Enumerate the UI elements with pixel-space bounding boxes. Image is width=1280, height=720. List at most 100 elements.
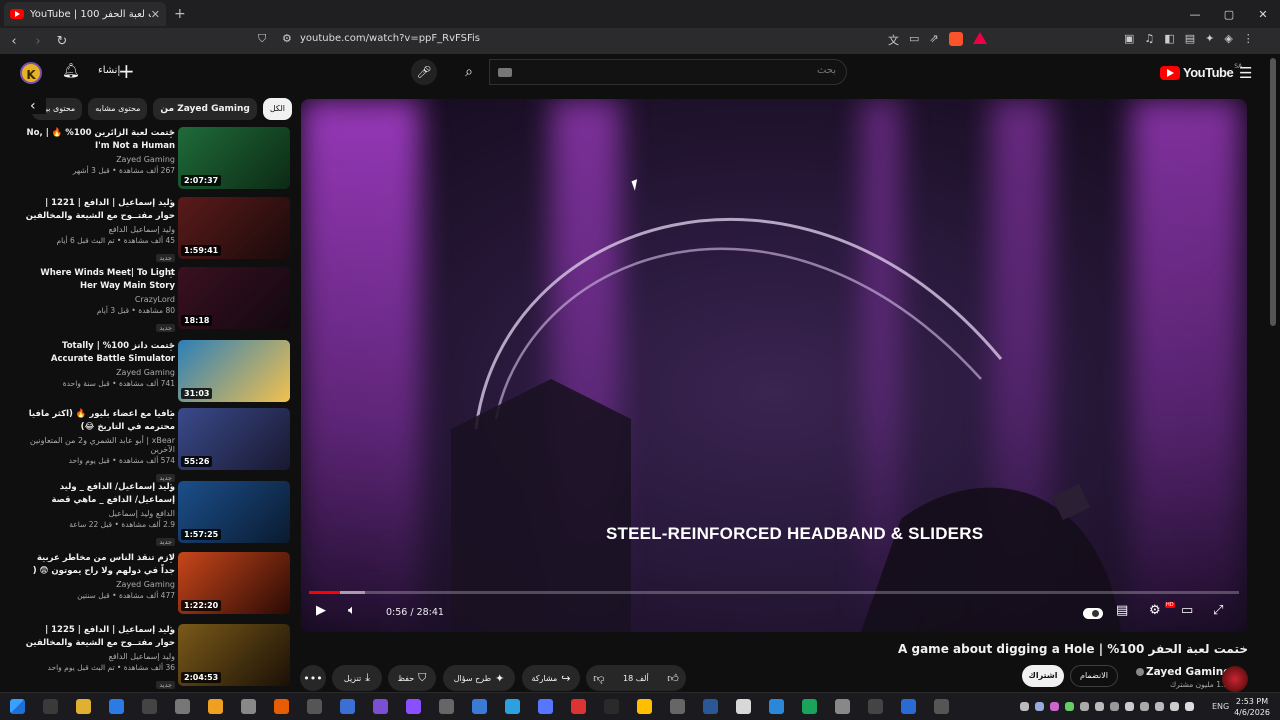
system-tray-icon[interactable] [1140,702,1149,711]
wallet-icon[interactable]: ▣ [1124,32,1134,45]
avatar[interactable]: K [20,62,42,84]
save-button[interactable]: حفظ ⛉ [388,665,436,691]
video-thumbnail[interactable]: 2:07:37 [178,127,290,189]
taskbar-app-icon[interactable] [571,699,586,714]
video-thumbnail[interactable]: 1:59:41 [178,197,290,259]
taskbar-app-icon[interactable] [637,699,652,714]
taskbar-app-icon[interactable] [472,699,487,714]
wallet2-icon[interactable]: ▤ [1185,32,1195,45]
voice-search-icon[interactable]: 🎤︎ [411,59,437,85]
join-button[interactable]: الانضمام [1070,665,1118,687]
close-window-button[interactable]: ✕ [1246,8,1280,21]
video-title[interactable]: وليد إسماعيل/ الدافع _ وليد إسماعيل/ الد… [25,481,175,507]
system-tray-icon[interactable] [1155,702,1164,711]
video-title[interactable]: ختمت دانز 100% | Totally Accurate Battle… [25,340,175,366]
url-field[interactable]: youtube.com/watch?v=ppF_RvFSFis [300,33,480,44]
clock[interactable]: 2:53 PM 4/6/2026 [1234,696,1270,718]
cast-icon[interactable]: ▭ [909,32,919,48]
video-thumbnail[interactable]: 1:57:25 [178,481,290,543]
taskbar-app-icon[interactable] [604,699,619,714]
forward-icon[interactable]: › [28,34,48,49]
search-icon[interactable]: ⌕ [455,59,483,85]
system-tray-icon[interactable] [1065,702,1074,711]
like-icon[interactable]: 👍︎ [667,672,679,685]
taskbar-app-icon[interactable] [538,699,553,714]
system-tray-icon[interactable] [1170,702,1179,711]
related-video-item[interactable]: 31:03 ⋮ ختمت دانز 100% | Totally Accurate … [0,340,295,404]
vpn-icon[interactable]: ◈ [1224,32,1232,45]
subscribe-button[interactable]: اشتراك [1022,665,1064,687]
taskbar-app-icon[interactable] [307,699,322,714]
search-box[interactable] [489,59,847,85]
system-tray-icon[interactable] [1020,702,1029,711]
system-tray-icon[interactable] [1185,702,1194,711]
download-button[interactable]: تنزيل ⤓ [332,665,382,691]
close-tab-icon[interactable]: ✕ [151,8,160,21]
related-video-item[interactable]: 2:07:37 ⋮ ختمت لعبة الزائرين 100% 🔥 | No, … [0,127,295,191]
system-tray-icon[interactable] [1095,702,1104,711]
media-icon[interactable]: ♫ [1144,32,1154,45]
notifications-bell-icon[interactable]: 🔔︎ [62,63,80,79]
taskbar-app-icon[interactable] [109,699,124,714]
chip-similar[interactable]: محتوى مشابه [88,98,148,120]
bookmark-icon[interactable]: ⛉ [258,32,266,46]
fullscreen-icon[interactable]: ⤢ [1213,603,1223,618]
back-icon[interactable]: ‹ [4,34,24,49]
search-input[interactable] [536,65,836,76]
video-title[interactable]: لازم تنقذ الناس من مخاطر عربية جداً في د… [25,552,175,578]
related-video-item[interactable]: 1:57:25 ⋮ وليد إسماعيل/ الدافع _ وليد إسما… [0,481,295,546]
taskbar-app-icon[interactable] [901,699,916,714]
taskbar-app-icon[interactable] [802,699,817,714]
chip-from-channel[interactable]: من Zayed Gaming [153,98,257,120]
channel-name[interactable]: CrazyLord [25,295,175,304]
create-label[interactable]: إنشاء [98,65,120,76]
taskbar-app-icon[interactable] [835,699,850,714]
channel-name[interactable]: xBear | أبو عابد الشمري و2 من المتعاونين… [25,436,175,454]
create-plus-icon[interactable]: + [118,59,135,83]
taskbar-app-icon[interactable] [340,699,355,714]
video-title[interactable]: وليد إسماعيل | الدافع | 1221 | حوار مفتـ… [25,197,175,223]
system-tray-icon[interactable] [1110,702,1119,711]
subtitles-icon[interactable]: ▤ [1116,603,1128,618]
taskbar-app-icon[interactable] [208,699,223,714]
page-scrollbar[interactable] [1270,58,1276,326]
brave-rewards-icon[interactable] [972,32,987,44]
windows-start-icon[interactable] [10,699,25,714]
video-title[interactable]: ختمت لعبة الزائرين 100% 🔥 | No, I'm Not … [25,127,175,153]
related-video-item[interactable]: 55:26 ⋮ مافيا مع اعضاء بليور 🔥 (اكثر مافيا… [0,408,295,482]
translate-icon[interactable]: 文 [888,32,899,48]
taskbar-app-icon[interactable] [142,699,157,714]
channel-name[interactable]: Zayed Gaming [25,580,175,589]
video-title[interactable]: Where Winds Meet| To Light Her Way Main … [25,267,175,293]
system-tray-icon[interactable] [1080,702,1089,711]
video-title[interactable]: وليد إسماعيل | الدافع | 1225 | حوار مفتـ… [25,624,175,650]
play-icon[interactable]: ▶ [316,603,326,618]
reload-icon[interactable]: ↻ [52,34,72,49]
related-video-item[interactable]: 18:18 ⋮ Where Winds Meet| To Light Her Way… [0,267,295,332]
youtube-logo[interactable]: YouTube SA [1160,63,1242,80]
video-thumbnail[interactable]: 55:26 [178,408,290,470]
channel-name[interactable]: Zayed Gaming [1134,666,1231,678]
taskbar-app-icon[interactable] [934,699,949,714]
taskbar-app-icon[interactable] [670,699,685,714]
video-thumbnail[interactable]: 18:18 [178,267,290,329]
taskbar-app-icon[interactable] [769,699,784,714]
more-actions-button[interactable]: ••• [300,665,326,691]
system-tray-icon[interactable] [1050,702,1059,711]
video-thumbnail[interactable]: 1:22:20 [178,552,290,614]
restore-button[interactable]: ▢ [1212,8,1246,21]
share-page-icon[interactable]: ⇗ [929,32,938,48]
brave-shields-icon[interactable] [948,32,963,46]
channel-name[interactable]: Zayed Gaming [25,155,175,164]
dislike-icon[interactable]: 👎︎ [593,672,604,685]
taskbar-app-icon[interactable] [241,699,256,714]
channel-name[interactable]: الدافع وليد إسماعيل [25,509,175,518]
channel-name[interactable]: وليد إسماعيل الدافع [25,652,175,661]
related-video-item[interactable]: 1:22:20 ⋮ لازم تنقذ الناس من مخاطر عربية ج… [0,552,295,616]
related-video-item[interactable]: 2:04:53 ⋮ وليد إسماعيل | الدافع | 1225 | ح… [0,624,295,689]
video-title[interactable]: مافيا مع اعضاء بليور 🔥 (اكثر مافيا محترم… [25,408,175,434]
video-player[interactable]: STEEL-REINFORCED HEADBAND & SLIDERS ▶ 🔈︎… [301,99,1247,632]
video-thumbnail[interactable]: 31:03 [178,340,290,402]
taskbar-app-icon[interactable] [43,699,58,714]
keyboard-icon[interactable] [498,68,512,77]
